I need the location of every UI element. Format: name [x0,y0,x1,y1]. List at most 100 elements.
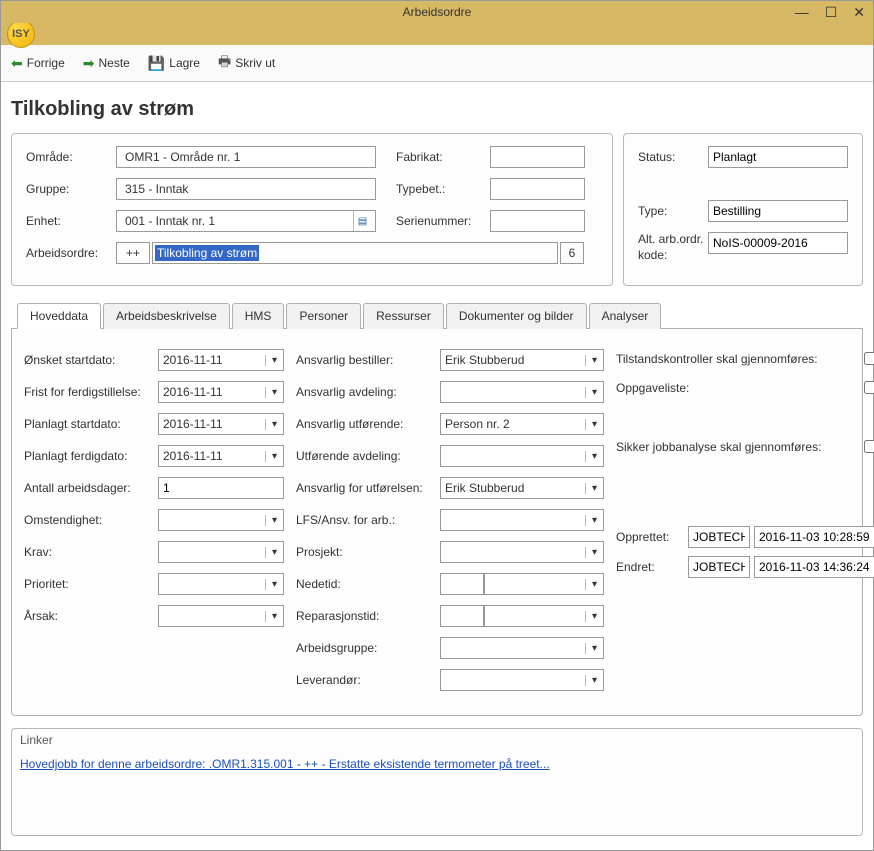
ansv-for-utf-value: Erik Stubberud [441,481,585,495]
nedetid-num-input[interactable] [440,573,484,595]
ansv-best-combo[interactable]: Erik Stubberud ▾ [440,349,604,371]
typebet-input[interactable] [490,178,585,200]
prosjekt-label: Prosjekt: [296,545,440,559]
rep-unit-combo[interactable]: ▾ [484,605,604,627]
onsket-start-combo[interactable]: 2016-11-11 ▾ [158,349,284,371]
gruppe-value: 315 - Inntak [121,182,371,196]
rep-label: Reparasjonstid: [296,609,440,623]
tilstand-checkbox[interactable] [864,352,874,365]
omrade-combo[interactable]: OMR1 - Område nr. 1 [116,146,376,168]
chevron-down-icon[interactable]: ▾ [265,579,283,590]
wo-title-input[interactable]: Tilkobling av strøm [152,242,558,264]
sikker-checkbox[interactable] [864,440,874,453]
utf-avd-combo[interactable]: ▾ [440,445,604,467]
tab-analyser[interactable]: Analyser [589,303,662,329]
print-button[interactable]: 🖶 Skriv ut [218,51,275,75]
chevron-down-icon[interactable]: ▾ [585,451,603,462]
document-icon[interactable]: ▤ [353,211,371,231]
chevron-down-icon[interactable]: ▾ [585,547,603,558]
maximize-button[interactable]: ☐ [825,4,838,21]
chevron-down-icon[interactable]: ▾ [585,675,603,686]
minimize-button[interactable]: — [795,4,809,20]
tab-arbeidsbeskrivelse[interactable]: Arbeidsbeskrivelse [103,303,230,329]
serienummer-input[interactable] [490,210,585,232]
tab-dokumenter[interactable]: Dokumenter og bilder [446,303,587,329]
lfs-label: LFS/Ansv. for arb.: [296,513,440,527]
planlagt-start-combo[interactable]: 2016-11-11 ▾ [158,413,284,435]
oppgave-checkbox[interactable] [864,381,874,394]
onsket-start-value: 2016-11-11 [159,353,265,367]
nedetid-label: Nedetid: [296,577,440,591]
chevron-down-icon[interactable]: ▾ [585,515,603,526]
ansv-best-label: Ansvarlig bestiller: [296,353,440,367]
opprettet-user [688,526,750,548]
nedetid-unit-combo[interactable]: ▾ [484,573,604,595]
linker-link[interactable]: Hovedjobb for denne arbeidsordre: .OMR1.… [20,757,550,771]
antall-input[interactable] [158,477,284,499]
tab-personer[interactable]: Personer [286,303,361,329]
save-icon: 💾 [148,55,165,72]
endret-user [688,556,750,578]
chevron-down-icon[interactable]: ▾ [265,387,283,398]
omst-label: Omstendighet: [24,513,158,527]
ansv-for-utf-combo[interactable]: Erik Stubberud ▾ [440,477,604,499]
save-button-label: Lagre [169,56,200,70]
details-col-c: Tilstandskontroller skal gjennomføres: O… [616,349,874,701]
fabrikat-input[interactable] [490,146,585,168]
print-icon: 🖶 [218,51,231,75]
save-button[interactable]: 💾 Lagre [148,55,200,72]
altkode-label: Alt. arb.ordr. kode: [638,232,708,263]
ansv-utf-combo[interactable]: Person nr. 2 ▾ [440,413,604,435]
chevron-down-icon[interactable]: ▾ [585,387,603,398]
endret-time [754,556,874,578]
prio-combo[interactable]: ▾ [158,573,284,595]
details-col-b: Ansvarlig bestiller: Erik Stubberud ▾ An… [296,349,604,701]
chevron-down-icon[interactable]: ▾ [585,355,603,366]
arbgr-combo[interactable]: ▾ [440,637,604,659]
frist-combo[interactable]: 2016-11-11 ▾ [158,381,284,403]
omst-combo[interactable]: ▾ [158,509,284,531]
tabs: Hoveddata Arbeidsbeskrivelse HMS Persone… [11,302,863,329]
sikker-label: Sikker jobbanalyse skal gjennomføres: [616,440,858,454]
tilstand-label: Tilstandskontroller skal gjennomføres: [616,352,858,366]
oppgave-label: Oppgaveliste: [616,381,858,395]
tab-hoveddata[interactable]: Hoveddata [17,303,101,329]
chevron-down-icon[interactable]: ▾ [585,419,603,430]
arsak-combo[interactable]: ▾ [158,605,284,627]
chevron-down-icon[interactable]: ▾ [265,419,283,430]
rep-num-input[interactable] [440,605,484,627]
chevron-down-icon[interactable]: ▾ [265,515,283,526]
main-toolbar: ⬅ Forrige ➡ Neste 💾 Lagre 🖶 Skriv ut [1,45,873,82]
utf-avd-label: Utførende avdeling: [296,449,440,463]
close-button[interactable]: ✕ [853,4,865,21]
tab-ressurser[interactable]: Ressurser [363,303,444,329]
status-input[interactable] [708,146,848,168]
prosjekt-combo[interactable]: ▾ [440,541,604,563]
chevron-down-icon[interactable]: ▾ [585,643,603,654]
chevron-down-icon[interactable]: ▾ [585,611,603,622]
next-button[interactable]: ➡ Neste [83,55,130,72]
altkode-input[interactable] [708,232,848,254]
enhet-combo[interactable]: 001 - Inntak nr. 1 ▤ [116,210,376,232]
back-button[interactable]: ⬅ Forrige [11,55,65,72]
chevron-down-icon[interactable]: ▾ [585,579,603,590]
fabrikat-label: Fabrikat: [396,150,484,164]
details-col-a: Ønsket startdato: 2016-11-11 ▾ Frist for… [24,349,284,701]
planlagt-ferdig-combo[interactable]: 2016-11-11 ▾ [158,445,284,467]
krav-combo[interactable]: ▾ [158,541,284,563]
back-button-label: Forrige [27,56,65,70]
tab-hms[interactable]: HMS [232,303,285,329]
chevron-down-icon[interactable]: ▾ [265,451,283,462]
ansv-for-utf-label: Ansvarlig for utførelsen: [296,481,440,495]
lfs-combo[interactable]: ▾ [440,509,604,531]
chevron-down-icon[interactable]: ▾ [265,355,283,366]
type-input[interactable] [708,200,848,222]
gruppe-combo[interactable]: 315 - Inntak [116,178,376,200]
chevron-down-icon[interactable]: ▾ [265,611,283,622]
lev-combo[interactable]: ▾ [440,669,604,691]
chevron-down-icon[interactable]: ▾ [265,547,283,558]
chevron-down-icon[interactable]: ▾ [585,483,603,494]
ansv-avd-combo[interactable]: ▾ [440,381,604,403]
page-title: Tilkobling av strøm [11,98,863,121]
logobar: ISY [1,23,873,45]
